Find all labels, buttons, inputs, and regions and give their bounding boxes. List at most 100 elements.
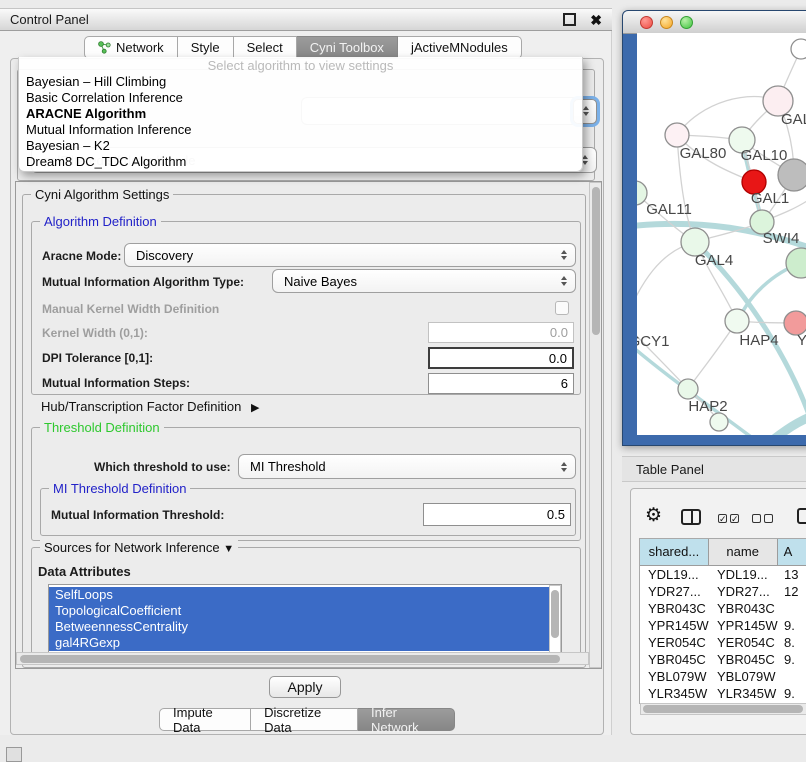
table-row[interactable]: YPR145W YPR145W 9. — [640, 617, 806, 634]
close-icon[interactable]: ✖ — [590, 13, 602, 27]
attribute-list-item[interactable]: SelfLoops — [49, 587, 549, 603]
toolbar-partial-icon[interactable] — [797, 508, 806, 524]
tab-infer-network[interactable]: Infer Network — [358, 708, 455, 731]
cell-name: YDR27... — [709, 583, 778, 600]
node-gal80[interactable] — [665, 123, 689, 147]
mi-steps-label: Mutual Information Steps: — [42, 376, 190, 391]
mi-steps-field[interactable]: 6 — [428, 373, 574, 394]
column-header-shared-name[interactable]: shared... — [640, 539, 709, 565]
apply-button-label: Apply — [287, 679, 322, 695]
network-canvas[interactable]: GAL GAL80 GAL10 GAL1 GAL11 SWI4 GAL4 GCY… — [637, 33, 806, 435]
dropdown-item-dream8[interactable]: Dream8 DC_TDC Algorithm — [19, 154, 582, 170]
cell-shared-name: YDR27... — [640, 583, 709, 600]
column-header-partial[interactable]: A — [778, 539, 806, 565]
node-label-gal10: GAL10 — [741, 147, 788, 164]
split-columns-icon[interactable] — [681, 509, 701, 525]
network-window-titlebar — [623, 11, 806, 34]
zoom-traffic-light[interactable] — [680, 16, 693, 29]
table-row[interactable]: YDL19... YDL19... 13 — [640, 566, 806, 583]
settings-vertical-scrollbar[interactable] — [589, 182, 602, 668]
cell-shared-name: YBR045C — [640, 651, 709, 668]
combo-up-arrow-icon — [583, 106, 589, 110]
which-threshold-value: MI Threshold — [250, 459, 326, 474]
dpi-tolerance-value: 0.0 — [549, 351, 567, 366]
select-all-checkbox-icon2[interactable]: ✓ — [730, 514, 739, 523]
table-row[interactable]: YBR045C YBR045C 9. — [640, 651, 806, 668]
attribute-list-item[interactable]: TopologicalCoefficient — [49, 603, 549, 619]
cell-name: YLR345W — [709, 685, 778, 702]
table-row[interactable]: YBR043C YBR043C — [640, 600, 806, 617]
select-all-checkbox-icon[interactable]: ✓ — [718, 514, 727, 523]
table-row[interactable]: YDR27... YDR27... 12 — [640, 583, 806, 600]
apply-button[interactable]: Apply — [269, 676, 341, 698]
tab-discretize-data[interactable]: Discretize Data — [251, 708, 358, 731]
dropdown-item-basic-correlation[interactable]: Basic Correlation Inference — [19, 90, 582, 106]
settings-vertical-thumb[interactable] — [592, 187, 600, 335]
data-attributes-list[interactable]: SelfLoopsTopologicalCoefficientBetweenne… — [48, 584, 562, 654]
control-panel-titlebar: Control Panel ✖ — [0, 8, 612, 31]
tab-network[interactable]: Network — [84, 36, 178, 59]
node-label-gcy1: GCY1 — [637, 333, 669, 350]
tab-jactivemnodules[interactable]: jActiveMNodules — [398, 36, 522, 59]
float-window-icon[interactable] — [563, 13, 576, 26]
column-header-name[interactable]: name — [709, 539, 778, 565]
sources-title[interactable]: Sources for Network Inference ▼ — [40, 540, 238, 557]
attributes-scrollbar[interactable] — [549, 585, 561, 653]
tab-impute-data[interactable]: Impute Data — [159, 708, 251, 731]
tab-cyni-toolbox[interactable]: Cyni Toolbox — [297, 36, 398, 59]
attribute-list-item[interactable]: BetweennessCentrality — [49, 619, 549, 635]
mi-algorithm-type-combo[interactable]: Naive Bayes — [272, 269, 576, 293]
mi-algorithm-type-label: Mutual Information Algorithm Type: — [42, 275, 244, 290]
dropdown-item-mutual-information[interactable]: Mutual Information Inference — [19, 122, 582, 138]
deselect-all-checkbox-icon[interactable] — [752, 514, 761, 523]
algorithm-definition-group: Algorithm Definition Aracne Mode: Discov… — [31, 221, 581, 395]
dropdown-item-bayesian-k2[interactable]: Bayesian – K2 — [19, 138, 582, 154]
table-row[interactable]: YER054C YER054C 8. — [640, 634, 806, 651]
mi-threshold-field[interactable]: 0.5 — [423, 503, 571, 526]
table-row[interactable]: YBL079W YBL079W — [640, 668, 806, 685]
close-traffic-light[interactable] — [640, 16, 653, 29]
deselect-all-checkbox-icon2[interactable] — [764, 514, 773, 523]
tab-select[interactable]: Select — [234, 36, 297, 59]
node-label-gal4: GAL4 — [695, 252, 733, 269]
node-hap4[interactable] — [725, 309, 749, 333]
sources-title-label: Sources for Network Inference — [44, 540, 220, 555]
manual-kernel-width-checkbox[interactable] — [555, 301, 569, 315]
attribute-list-item[interactable]: gal4RGexp — [49, 635, 549, 651]
node-hap2[interactable] — [678, 379, 698, 399]
table-horizontal-scrollbar[interactable] — [640, 703, 806, 715]
combo-down-arrow-icon — [561, 468, 567, 472]
dpi-tolerance-field[interactable]: 0.0 — [428, 347, 574, 369]
settings-horizontal-thumb[interactable] — [20, 655, 560, 663]
table-horizontal-thumb[interactable] — [643, 705, 803, 713]
cell-value: 9. — [778, 617, 806, 634]
node-label-hap4: HAP4 — [739, 332, 778, 349]
aracne-mode-combo[interactable]: Discovery — [124, 243, 576, 267]
control-panel-tabbar: Network Style Select Cyni Toolbox jActiv… — [84, 36, 522, 59]
kernel-width-field[interactable]: 0.0 — [428, 322, 574, 343]
node-unlabeled[interactable] — [791, 39, 806, 59]
tab-discretize-data-label: Discretize Data — [264, 705, 344, 735]
gear-icon[interactable]: ⚙ — [645, 506, 662, 525]
attributes-scrollbar-thumb[interactable] — [551, 590, 559, 638]
hub-definition-expander[interactable]: Hub/Transcription Factor Definition ▶ — [41, 399, 259, 414]
combo-down-arrow-icon — [583, 112, 589, 116]
which-threshold-label: Which threshold to use: — [94, 460, 231, 475]
table-row[interactable]: YLR345W YLR345W 9. — [640, 685, 806, 702]
which-threshold-combo[interactable]: MI Threshold — [238, 454, 576, 479]
settings-horizontal-scrollbar[interactable] — [16, 652, 589, 665]
kernel-width-label: Kernel Width (0,1): — [42, 326, 148, 341]
node-bottom[interactable] — [710, 413, 728, 431]
minimize-traffic-light[interactable] — [660, 16, 673, 29]
threshold-definition-title: Threshold Definition — [40, 420, 164, 435]
dropdown-item-aracne-selected[interactable]: ARACNE Algorithm — [19, 106, 582, 122]
collapse-down-arrow-icon: ▼ — [223, 543, 234, 555]
node-label-gal1: GAL1 — [751, 190, 789, 207]
node-swi4[interactable] — [786, 248, 806, 278]
dropdown-item-bayesian-hill-climbing[interactable]: Bayesian – Hill Climbing — [19, 74, 582, 90]
tab-style[interactable]: Style — [178, 36, 234, 59]
collapsed-panel-icon[interactable] — [6, 747, 22, 762]
tab-select-label: Select — [247, 40, 283, 55]
tab-cyni-toolbox-label: Cyni Toolbox — [310, 40, 384, 55]
settings-scroll-viewport: Cyni Algorithm Settings Algorithm Defini… — [15, 181, 602, 669]
